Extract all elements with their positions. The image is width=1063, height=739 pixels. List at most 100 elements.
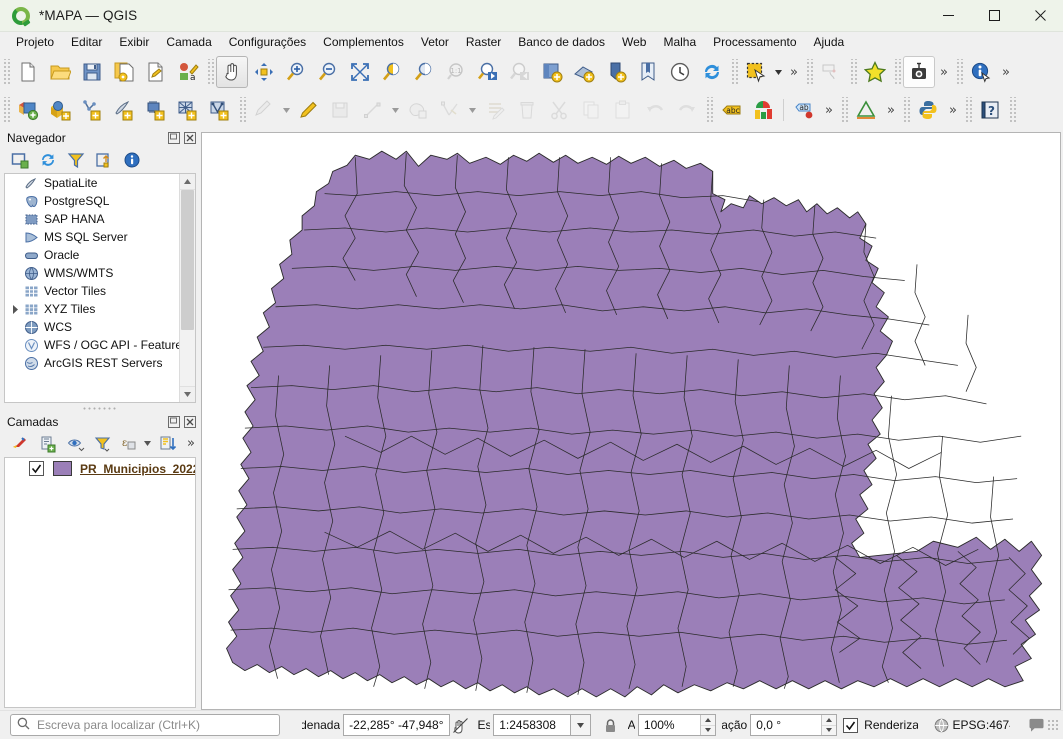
new-print-layout2-icon[interactable] bbox=[600, 56, 632, 88]
menu-web[interactable]: Web bbox=[614, 33, 655, 51]
zoom-next-icon[interactable] bbox=[504, 56, 536, 88]
vertex-tool-dropdown[interactable] bbox=[466, 95, 479, 125]
add-polygon-feature-icon[interactable] bbox=[402, 94, 434, 126]
browser-item-oracle[interactable]: Oracle bbox=[5, 246, 195, 264]
paste-features-icon[interactable] bbox=[607, 94, 639, 126]
manage-visibility-icon[interactable] bbox=[62, 431, 90, 457]
minimize-button[interactable] bbox=[925, 0, 971, 31]
scroll-down-arrow[interactable] bbox=[180, 385, 195, 402]
pan-to-selection-icon[interactable] bbox=[248, 56, 280, 88]
filter-legend-expression-icon[interactable]: ε bbox=[117, 431, 141, 457]
refresh-icon[interactable] bbox=[696, 56, 728, 88]
coordinate-field[interactable]: -22,285° -47,948° bbox=[343, 714, 450, 736]
menu-banco-de-dados[interactable]: Banco de dados bbox=[510, 33, 614, 51]
maximize-button[interactable] bbox=[971, 0, 1017, 31]
new-project-icon[interactable] bbox=[12, 56, 44, 88]
layer-row-pr-municipios[interactable]: PR_Municipios_2022 bbox=[5, 458, 195, 480]
add-mesh-layer-icon[interactable] bbox=[140, 94, 172, 126]
magnifier-spinner[interactable] bbox=[699, 715, 715, 735]
filter-browser-icon[interactable] bbox=[62, 147, 90, 173]
toolbar-grip-3[interactable] bbox=[730, 59, 738, 85]
zoom-in-icon[interactable] bbox=[280, 56, 312, 88]
add-line-feature-icon[interactable] bbox=[357, 94, 389, 126]
save-project-as-icon[interactable] bbox=[108, 56, 140, 88]
magnifier-value[interactable]: 100% bbox=[644, 718, 700, 732]
crs-label[interactable]: EPSG:4674 bbox=[953, 718, 1011, 732]
undo-icon[interactable] bbox=[639, 94, 671, 126]
map-canvas[interactable] bbox=[201, 132, 1061, 710]
browser-item-mssql[interactable]: MS SQL Server bbox=[5, 228, 195, 246]
close-panel-icon[interactable] bbox=[183, 131, 197, 145]
browser-item-postgresql[interactable]: PostgreSQL bbox=[5, 192, 195, 210]
browser-item-wms-wmts[interactable]: WMS/WMTS bbox=[5, 264, 195, 282]
add-vector-layer-icon[interactable] bbox=[76, 94, 108, 126]
toolbar-overflow-3[interactable]: » bbox=[997, 57, 1015, 87]
browser-item-wfs-ogc-api[interactable]: WFS / OGC API - Features bbox=[5, 336, 195, 354]
menu-malha[interactable]: Malha bbox=[655, 33, 705, 51]
menu-raster[interactable]: Raster bbox=[458, 33, 510, 51]
scale-field[interactable]: 1:2458308 bbox=[493, 714, 571, 736]
browser-item-xyz-tiles[interactable]: XYZ Tiles bbox=[5, 300, 195, 318]
menu-camada[interactable]: Camada bbox=[158, 33, 220, 51]
show-labels-icon[interactable]: abc bbox=[715, 94, 747, 126]
toolbar-grip-2[interactable] bbox=[206, 59, 214, 85]
close-button[interactable] bbox=[1017, 0, 1063, 31]
toolbar-overflow-5[interactable]: » bbox=[882, 95, 900, 125]
vertex-tool-icon[interactable] bbox=[434, 94, 466, 126]
toolbar-overflow-6[interactable]: » bbox=[944, 95, 962, 125]
menu-complementos[interactable]: Complementos bbox=[315, 33, 413, 51]
layer-symbol-swatch[interactable] bbox=[53, 461, 72, 476]
deselect-features-icon[interactable] bbox=[815, 56, 847, 88]
scale-dropdown-button[interactable] bbox=[570, 714, 591, 736]
float-panel-icon[interactable] bbox=[167, 131, 181, 145]
layers-tree[interactable]: PR_Municipios_2022 bbox=[4, 456, 196, 708]
rotation-value[interactable]: 0,0 ° bbox=[756, 718, 821, 732]
zoom-to-layer-icon[interactable] bbox=[408, 56, 440, 88]
locator-search[interactable]: Escreva para localizar (Ctrl+K) bbox=[10, 714, 280, 736]
add-virtual-layer-icon[interactable] bbox=[204, 94, 236, 126]
redo-icon[interactable] bbox=[671, 94, 703, 126]
toolbar-grip-12[interactable] bbox=[902, 97, 910, 123]
identify-features-icon[interactable] bbox=[965, 56, 997, 88]
toolbar-grip-11[interactable] bbox=[840, 97, 848, 123]
add-delimited-text-layer-icon[interactable] bbox=[172, 94, 204, 126]
zoom-out-icon[interactable] bbox=[312, 56, 344, 88]
menu-processamento[interactable]: Processamento bbox=[705, 33, 805, 51]
toolbar-grip-10[interactable] bbox=[705, 97, 713, 123]
browser-item-vector-tiles[interactable]: Vector Tiles bbox=[5, 282, 195, 300]
menu-editar[interactable]: Editar bbox=[63, 33, 111, 51]
menu-ajuda[interactable]: Ajuda bbox=[806, 33, 854, 51]
zoom-last-icon[interactable] bbox=[472, 56, 504, 88]
layout-manager-icon[interactable] bbox=[632, 56, 664, 88]
layer-labeling-icon[interactable]: ab bbox=[788, 94, 820, 126]
add-layer-icon[interactable] bbox=[6, 147, 34, 173]
expander-xyz[interactable] bbox=[9, 304, 22, 314]
modify-attributes-icon[interactable] bbox=[479, 94, 511, 126]
toolbar-grip-7[interactable] bbox=[955, 59, 963, 85]
add-feature-dropdown[interactable] bbox=[389, 95, 402, 125]
browser-item-sap-hana[interactable]: SAP HANA bbox=[5, 210, 195, 228]
browser-scrollbar[interactable] bbox=[179, 174, 195, 402]
add-spatialite-layer-icon[interactable] bbox=[108, 94, 140, 126]
save-project-icon[interactable] bbox=[76, 56, 108, 88]
toolbar-grip-9[interactable] bbox=[238, 97, 246, 123]
toggle-editing-icon[interactable] bbox=[293, 94, 325, 126]
new-print-layout-icon[interactable] bbox=[140, 56, 172, 88]
toggle-extents-icon[interactable] bbox=[450, 715, 472, 735]
filter-legend-icon[interactable] bbox=[89, 431, 117, 457]
open-data-source-manager-icon[interactable] bbox=[12, 94, 44, 126]
zoom-full-icon[interactable] bbox=[344, 56, 376, 88]
browser-item-arcgis-rest[interactable]: ArcGIS REST Servers bbox=[5, 354, 195, 372]
collapse-all-icon[interactable] bbox=[90, 147, 118, 173]
python-console-icon[interactable] bbox=[912, 94, 944, 126]
browser-tree[interactable]: SpatiaLite PostgreSQL SAP HANA MS SQL Se… bbox=[4, 173, 196, 403]
open-layer-styling-icon[interactable] bbox=[6, 431, 34, 457]
measure-icon[interactable] bbox=[850, 94, 882, 126]
rotation-spinner[interactable] bbox=[821, 715, 837, 735]
browser-item-wcs[interactable]: WCS bbox=[5, 318, 195, 336]
scroll-up-arrow[interactable] bbox=[180, 174, 195, 190]
current-edits-dropdown[interactable] bbox=[280, 95, 293, 125]
close-panel-icon[interactable] bbox=[183, 415, 197, 429]
toolbar-overflow-1[interactable]: » bbox=[785, 57, 803, 87]
delete-selected-icon[interactable] bbox=[511, 94, 543, 126]
